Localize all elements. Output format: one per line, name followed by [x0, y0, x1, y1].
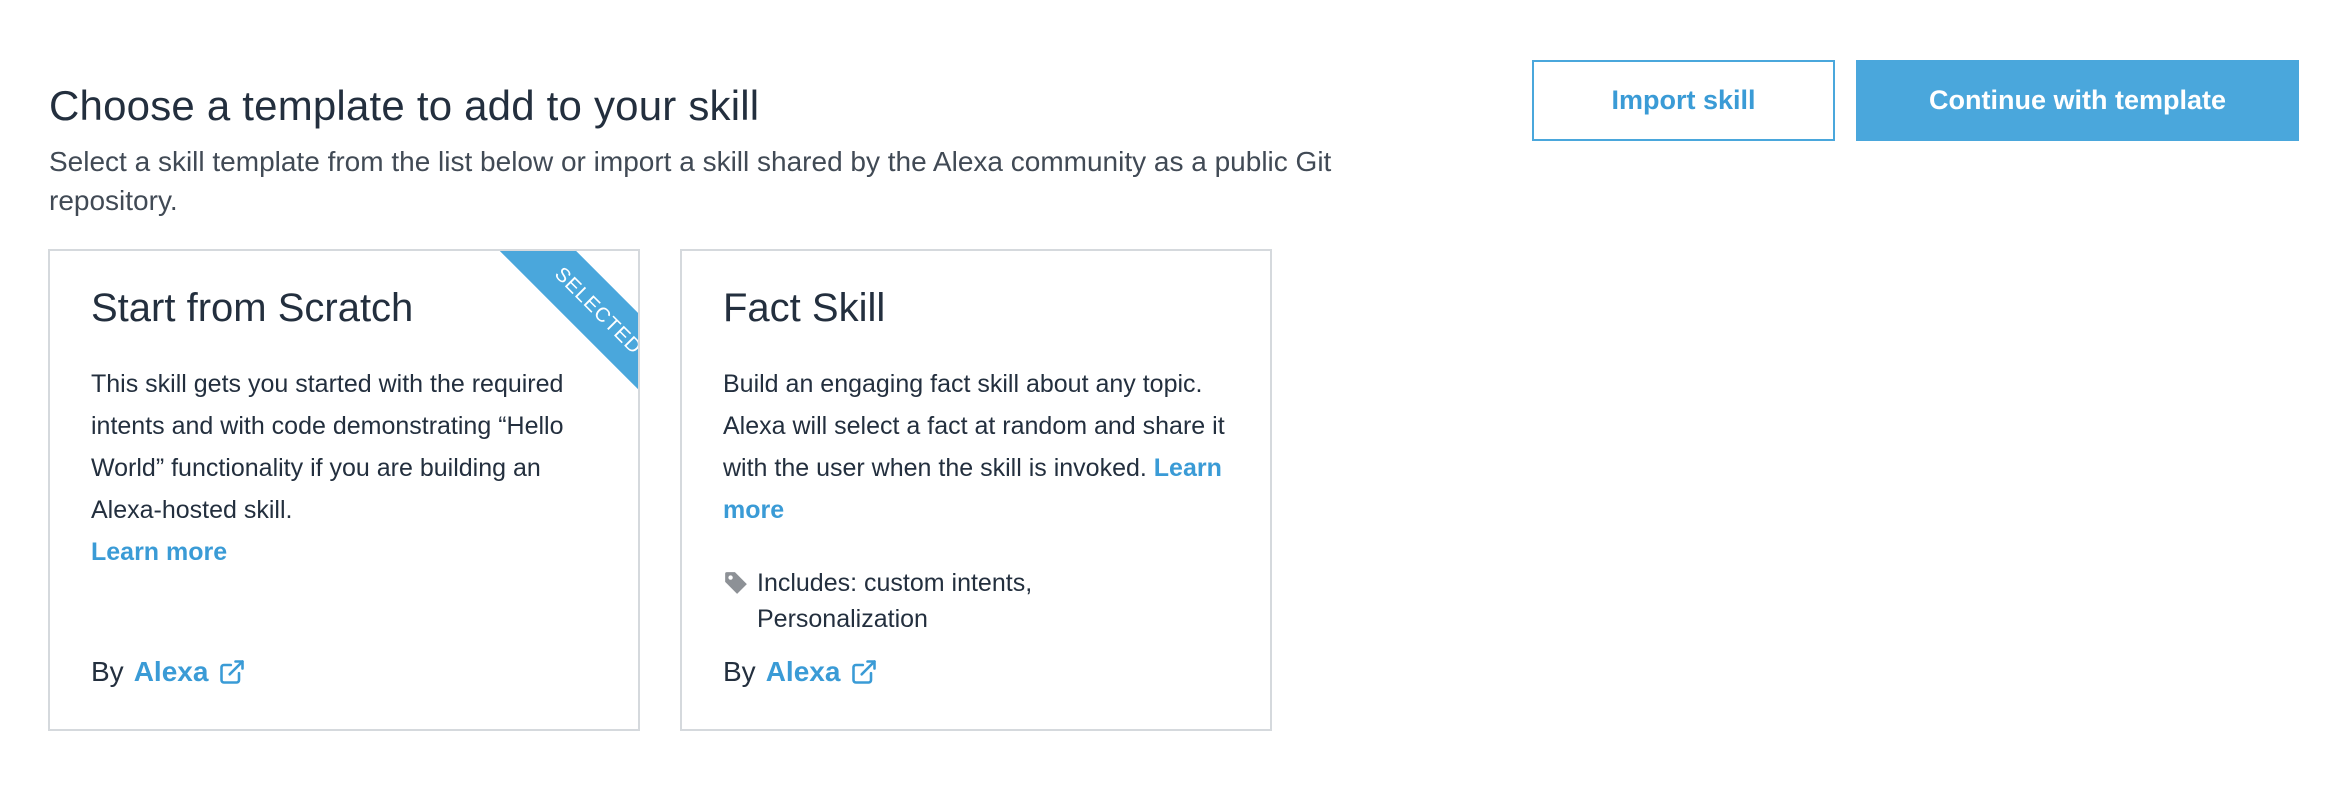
template-author: By Alexa: [723, 654, 878, 690]
continue-with-template-button[interactable]: Continue with template: [1856, 60, 2299, 141]
page-subtitle: Select a skill template from the list be…: [49, 146, 1332, 216]
template-description: This skill gets you started with the req…: [91, 363, 611, 573]
learn-more-link[interactable]: Learn more: [91, 538, 227, 566]
template-title: Fact Skill: [723, 286, 886, 330]
template-card-fact-skill[interactable]: Fact Skill Build an engaging fact skill …: [680, 249, 1272, 731]
author-link[interactable]: Alexa: [766, 654, 841, 690]
template-includes: Includes: custom intents, Personalizatio…: [723, 565, 1203, 637]
template-card-start-from-scratch[interactable]: SELECTED Start from Scratch This skill g…: [48, 249, 640, 731]
import-skill-button[interactable]: Import skill: [1532, 60, 1835, 141]
author-link[interactable]: Alexa: [134, 654, 209, 690]
template-author: By Alexa: [91, 654, 246, 690]
template-title: Start from Scratch: [91, 286, 414, 330]
page-title: Choose a template to add to your skill: [49, 82, 760, 129]
external-link-icon[interactable]: [218, 658, 246, 686]
template-description: Build an engaging fact skill about any t…: [723, 363, 1243, 531]
tag-icon: [725, 572, 747, 594]
by-label: By: [91, 656, 124, 687]
template-description-text: This skill gets you started with the req…: [91, 370, 564, 524]
template-description-text: Build an engaging fact skill about any t…: [723, 370, 1225, 482]
template-chooser-page: Choose a template to add to your skill S…: [0, 0, 2338, 786]
includes-text: Includes: custom intents, Personalizatio…: [757, 569, 1033, 633]
external-link-icon[interactable]: [850, 658, 878, 686]
by-label: By: [723, 656, 756, 687]
